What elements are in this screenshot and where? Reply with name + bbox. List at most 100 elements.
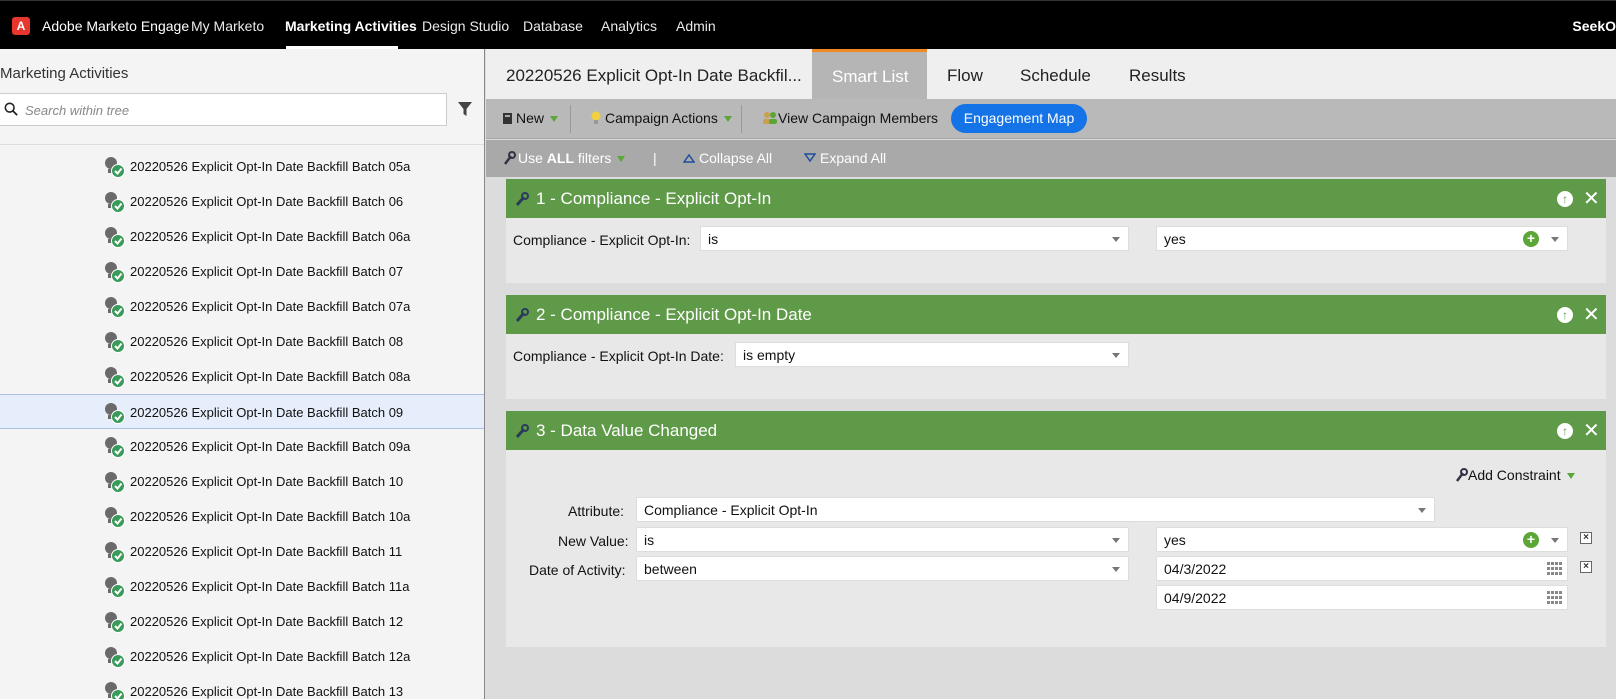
- lightbulb-icon: [591, 111, 601, 124]
- view-members-label: View Campaign Members: [778, 110, 939, 126]
- tree-item[interactable]: 20220526 Explicit Opt-In Date Backfill B…: [0, 324, 484, 359]
- nav-admin[interactable]: Admin: [676, 18, 716, 34]
- tree-item[interactable]: 20220526 Explicit Opt-In Date Backfill B…: [0, 289, 484, 324]
- add-constraint-button[interactable]: Add Constraint: [1454, 467, 1575, 483]
- operator-value: is empty: [743, 347, 796, 363]
- brand-name[interactable]: Adobe Marketo Engage: [42, 18, 189, 34]
- add-value-icon[interactable]: +: [1523, 532, 1539, 548]
- smart-campaign-icon: [105, 403, 125, 424]
- tab-smart-list[interactable]: Smart List: [812, 49, 927, 99]
- search-input[interactable]: [25, 100, 425, 120]
- calendar-icon[interactable]: [1547, 562, 1563, 576]
- calendar-icon[interactable]: [1547, 591, 1563, 605]
- tree-item-label: 20220526 Explicit Opt-In Date Backfill B…: [130, 334, 404, 349]
- filter-wrench-icon: [515, 424, 529, 438]
- attribute-label: Attribute:: [568, 503, 625, 519]
- smart-campaign-icon: [105, 262, 125, 283]
- tree-item[interactable]: 20220526 Explicit Opt-In Date Backfill B…: [0, 499, 484, 534]
- filter-logic-menu[interactable]: Use ALL filters: [502, 150, 626, 166]
- remove-filter-icon[interactable]: ✕: [1583, 302, 1600, 327]
- operator-select[interactable]: is empty: [735, 342, 1129, 367]
- filter-title: 3 - Data Value Changed: [536, 421, 718, 440]
- campaign-tabs: 20220526 Explicit Opt-In Date Backfil...…: [486, 49, 1616, 99]
- filter-icon[interactable]: [457, 101, 473, 117]
- tab-results[interactable]: Results: [1129, 66, 1186, 86]
- tree-item[interactable]: 20220526 Explicit Opt-In Date Backfill B…: [0, 464, 484, 499]
- view-members-button[interactable]: View Campaign Members: [762, 110, 938, 126]
- wrench-icon: [504, 151, 516, 165]
- new-menu[interactable]: New: [502, 110, 559, 126]
- move-up-icon[interactable]: ↑: [1557, 191, 1573, 207]
- expand-all-button[interactable]: Expand All: [803, 150, 886, 166]
- remove-filter-icon[interactable]: ✕: [1583, 418, 1600, 443]
- dropdown-arrow-icon: [617, 156, 626, 163]
- tree-item[interactable]: 20220526 Explicit Opt-In Date Backfill B…: [0, 149, 484, 184]
- filter-header[interactable]: 2 - Compliance - Explicit Opt-In Date ↑ …: [506, 295, 1606, 334]
- remove-filter-icon[interactable]: ✕: [1583, 186, 1600, 211]
- chevron-down-icon: [1112, 353, 1120, 358]
- add-value-icon[interactable]: +: [1523, 231, 1539, 247]
- move-up-icon[interactable]: ↑: [1557, 307, 1573, 323]
- tab-flow[interactable]: Flow: [947, 66, 983, 86]
- new-value-select[interactable]: yes: [1156, 527, 1568, 552]
- tree-search: [0, 93, 447, 126]
- date-from-input[interactable]: 04/3/2022: [1156, 556, 1568, 581]
- tree-item[interactable]: 20220526 Explicit Opt-In Date Backfill B…: [0, 569, 484, 604]
- collapse-all-button[interactable]: Collapse All: [682, 150, 772, 166]
- tree-item[interactable]: 20220526 Explicit Opt-In Date Backfill B…: [0, 219, 484, 254]
- user-menu[interactable]: SeekO: [1572, 18, 1616, 34]
- tree-item[interactable]: 20220526 Explicit Opt-In Date Backfill B…: [0, 604, 484, 639]
- use-suffix: filters: [574, 150, 612, 166]
- adobe-logo-icon[interactable]: A: [12, 17, 30, 35]
- smart-campaign-icon: [105, 227, 125, 248]
- tree-item[interactable]: 20220526 Explicit Opt-In Date Backfill B…: [0, 359, 484, 394]
- chevron-down-icon: [1112, 538, 1120, 543]
- tree-item[interactable]: 20220526 Explicit Opt-In Date Backfill B…: [0, 184, 484, 219]
- campaign-actions-menu[interactable]: Campaign Actions: [590, 110, 732, 126]
- date-from-value: 04/3/2022: [1164, 561, 1227, 577]
- tree-item[interactable]: 20220526 Explicit Opt-In Date Backfill B…: [0, 674, 484, 699]
- smart-campaign-icon: [105, 332, 125, 353]
- new-value-operator-select[interactable]: is: [636, 527, 1129, 552]
- divider: [570, 105, 571, 133]
- date-of-activity-label: Date of Activity:: [529, 562, 626, 578]
- chevron-down-icon: [1551, 237, 1559, 242]
- use-prefix: Use: [518, 150, 547, 166]
- nav-my-marketo[interactable]: My Marketo: [191, 18, 264, 34]
- tree-item[interactable]: 20220526 Explicit Opt-In Date Backfill B…: [0, 394, 484, 429]
- filter-header[interactable]: 1 - Compliance - Explicit Opt-In ↑ ✕: [506, 179, 1606, 218]
- tree-item[interactable]: 20220526 Explicit Opt-In Date Backfill B…: [0, 254, 484, 289]
- tree-item[interactable]: 20220526 Explicit Opt-In Date Backfill B…: [0, 534, 484, 569]
- filter-header[interactable]: 3 - Data Value Changed ↑ ✕: [506, 411, 1606, 450]
- tree-item-label: 20220526 Explicit Opt-In Date Backfill B…: [130, 579, 410, 594]
- engagement-map-button[interactable]: Engagement Map: [951, 104, 1087, 133]
- new-icon: [503, 113, 512, 124]
- move-up-icon[interactable]: ↑: [1557, 423, 1573, 439]
- nav-database[interactable]: Database: [523, 18, 583, 34]
- delete-constraint-icon[interactable]: ×: [1580, 561, 1592, 573]
- campaign-editor: 20220526 Explicit Opt-In Date Backfil...…: [486, 49, 1616, 699]
- date-operator-select[interactable]: between: [636, 556, 1129, 581]
- nav-analytics[interactable]: Analytics: [601, 18, 657, 34]
- tree-item-label: 20220526 Explicit Opt-In Date Backfill B…: [130, 614, 404, 629]
- nav-design-studio[interactable]: Design Studio: [422, 18, 509, 34]
- tree-item-label: 20220526 Explicit Opt-In Date Backfill B…: [130, 405, 404, 420]
- date-to-input[interactable]: 04/9/2022: [1156, 585, 1568, 610]
- tree-item-label: 20220526 Explicit Opt-In Date Backfill B…: [130, 369, 411, 384]
- nav-marketing-activities[interactable]: Marketing Activities: [285, 18, 417, 34]
- wrench-icon: [1456, 468, 1468, 482]
- tree-item-label: 20220526 Explicit Opt-In Date Backfill B…: [130, 509, 411, 524]
- smart-campaign-icon: [105, 542, 125, 563]
- value-select[interactable]: yes: [1156, 226, 1568, 251]
- smart-campaign-icon: [105, 297, 125, 318]
- new-value-text: yes: [1164, 532, 1186, 548]
- operator-select[interactable]: is: [700, 226, 1129, 251]
- smart-list-filter-2: 2 - Compliance - Explicit Opt-In Date ↑ …: [506, 295, 1606, 399]
- tab-schedule[interactable]: Schedule: [1020, 66, 1091, 86]
- tree-item[interactable]: 20220526 Explicit Opt-In Date Backfill B…: [0, 639, 484, 674]
- tree-item[interactable]: 20220526 Explicit Opt-In Date Backfill B…: [0, 429, 484, 464]
- delete-constraint-icon[interactable]: ×: [1580, 532, 1592, 544]
- attribute-select[interactable]: Compliance - Explicit Opt-In: [636, 497, 1435, 522]
- operator-value: is: [708, 231, 719, 247]
- campaign-title[interactable]: 20220526 Explicit Opt-In Date Backfil...: [506, 66, 802, 86]
